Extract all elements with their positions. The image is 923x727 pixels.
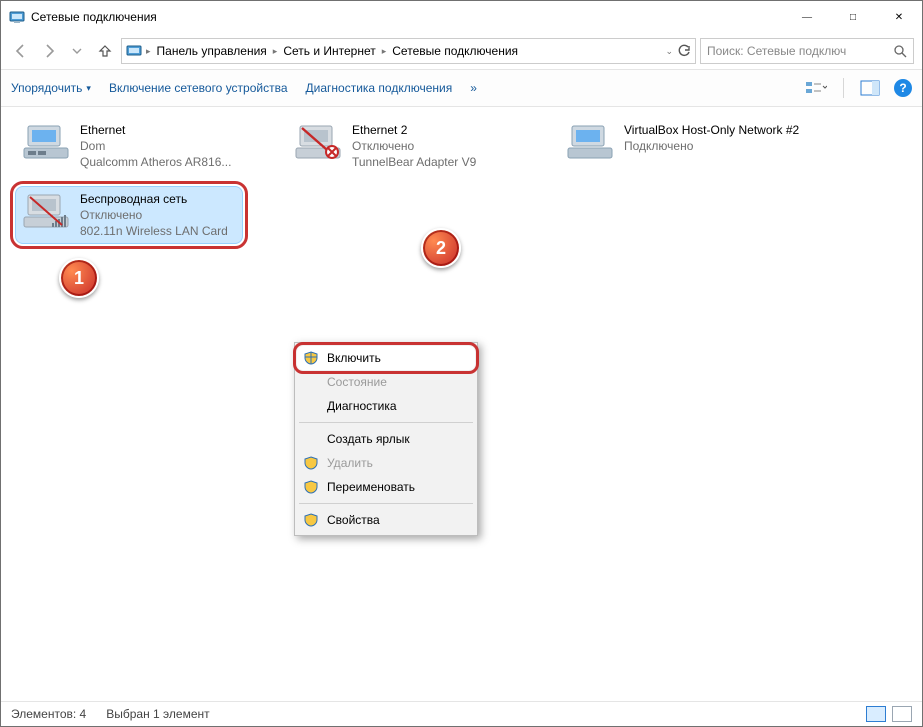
help-button[interactable]: ?	[894, 79, 912, 97]
menu-item-diagnostics[interactable]: Диагностика	[297, 394, 475, 418]
app-icon	[9, 9, 25, 25]
menu-item-shortcut[interactable]: Создать ярлык	[297, 427, 475, 451]
context-menu: Включить Состояние Диагностика Создать я…	[294, 342, 478, 536]
menu-label: Создать ярлык	[327, 432, 410, 446]
menu-item-state: Состояние	[297, 370, 475, 394]
maximize-button[interactable]: □	[830, 1, 876, 33]
connection-status: Dom	[80, 138, 231, 154]
breadcrumb-seg-1[interactable]: Панель управления	[155, 44, 269, 58]
callout-marker-2: 2	[421, 228, 461, 268]
connection-name: Ethernet	[80, 122, 231, 138]
menu-item-enable[interactable]: Включить	[297, 346, 475, 370]
status-selection: Выбран 1 элемент	[106, 707, 209, 721]
title-bar: Сетевые подключения — □ ✕	[1, 1, 922, 33]
menu-item-properties[interactable]: Свойства	[297, 508, 475, 532]
adapter-icon	[294, 122, 342, 162]
status-bar: Элементов: 4 Выбран 1 элемент	[1, 701, 922, 726]
adapter-icon	[22, 191, 70, 231]
breadcrumb-seg-2[interactable]: Сеть и Интернет	[281, 44, 377, 58]
adapter-icon	[22, 122, 70, 162]
menu-label: Удалить	[327, 456, 373, 470]
separator	[843, 78, 844, 98]
shield-icon	[303, 455, 319, 471]
connection-name: Беспроводная сеть	[80, 191, 228, 207]
connection-adapter: TunnelBear Adapter V9	[352, 154, 476, 170]
diagnose-button[interactable]: Диагностика подключения	[306, 81, 453, 95]
connection-status: Подключено	[624, 138, 799, 154]
connection-adapter: Qualcomm Atheros AR816...	[80, 154, 231, 170]
control-panel-icon	[126, 43, 142, 59]
enable-device-button[interactable]: Включение сетевого устройства	[109, 81, 288, 95]
menu-label: Диагностика	[327, 399, 397, 413]
shield-icon	[303, 512, 319, 528]
forward-button[interactable]	[37, 39, 61, 63]
details-view-button[interactable]	[866, 706, 886, 722]
command-bar: Упорядочить▾ Включение сетевого устройст…	[1, 69, 922, 107]
connection-item-ethernet[interactable]: Ethernet Dom Qualcomm Atheros AR816...	[15, 117, 265, 176]
connection-name: VirtualBox Host-Only Network #2	[624, 122, 799, 138]
window-title: Сетевые подключения	[31, 10, 784, 24]
connection-status: Отключено	[80, 207, 228, 223]
connection-status: Отключено	[352, 138, 476, 154]
organize-menu[interactable]: Упорядочить▾	[11, 81, 91, 95]
shield-icon	[303, 350, 319, 366]
callout-marker-1: 1	[59, 258, 99, 298]
menu-item-delete: Удалить	[297, 451, 475, 475]
content-area: Ethernet Dom Qualcomm Atheros AR816... E…	[1, 107, 922, 701]
connection-adapter: 802.11n Wireless LAN Card	[80, 223, 228, 239]
menu-label: Переименовать	[327, 480, 415, 494]
chevron-right-icon[interactable]: ▸	[273, 46, 278, 57]
menu-label: Состояние	[327, 375, 387, 389]
connection-name: Ethernet 2	[352, 122, 476, 138]
search-icon	[893, 44, 907, 58]
large-icons-view-button[interactable]	[892, 706, 912, 722]
separator	[299, 422, 473, 423]
breadcrumb-seg-3[interactable]: Сетевые подключения	[390, 44, 520, 58]
shield-icon	[303, 479, 319, 495]
chevron-right-icon[interactable]: ▸	[382, 46, 387, 57]
toolbar-overflow[interactable]: »	[470, 81, 477, 95]
chevron-right-icon[interactable]: ▸	[146, 46, 151, 57]
separator	[299, 503, 473, 504]
connection-item-ethernet2[interactable]: Ethernet 2 Отключено TunnelBear Adapter …	[287, 117, 537, 176]
menu-label: Включить	[327, 351, 381, 365]
adapter-icon	[566, 122, 614, 162]
minimize-button[interactable]: —	[784, 1, 830, 33]
close-button[interactable]: ✕	[876, 1, 922, 33]
preview-pane-button[interactable]	[860, 80, 880, 96]
recent-dropdown[interactable]	[65, 39, 89, 63]
nav-bar: ▸ Панель управления ▸ Сеть и Интернет ▸ …	[1, 33, 922, 69]
address-bar[interactable]: ▸ Панель управления ▸ Сеть и Интернет ▸ …	[121, 38, 696, 64]
menu-item-rename[interactable]: Переименовать	[297, 475, 475, 499]
refresh-button[interactable]	[677, 44, 691, 58]
up-button[interactable]	[93, 39, 117, 63]
address-history-dropdown[interactable]: ⌄	[665, 46, 673, 57]
connection-item-virtualbox[interactable]: VirtualBox Host-Only Network #2 Подключе…	[559, 117, 809, 167]
connection-item-wireless[interactable]: Беспроводная сеть Отключено 802.11n Wire…	[15, 186, 243, 245]
view-options-button[interactable]	[805, 80, 827, 96]
search-input[interactable]: Поиск: Сетевые подключ	[700, 38, 914, 64]
menu-label: Свойства	[327, 513, 380, 527]
search-placeholder: Поиск: Сетевые подключ	[707, 44, 846, 58]
back-button[interactable]	[9, 39, 33, 63]
status-item-count: Элементов: 4	[11, 707, 86, 721]
